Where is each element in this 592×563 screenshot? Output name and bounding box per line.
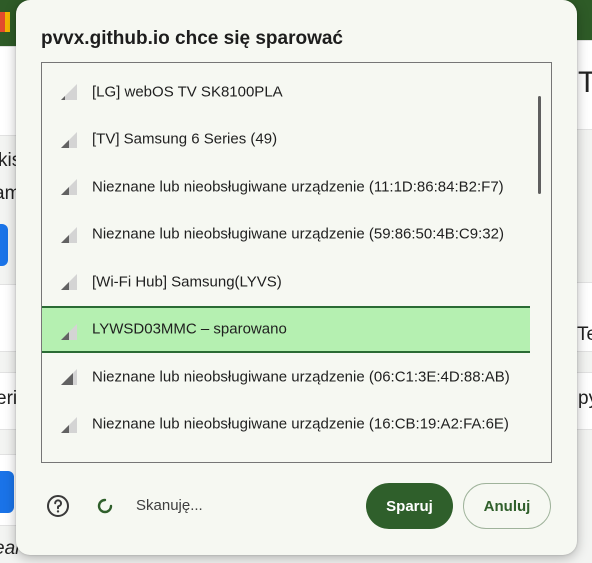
device-name: LYWSD03MMC – sparowano: [92, 320, 287, 338]
help-icon[interactable]: [46, 494, 70, 518]
device-list-item[interactable]: Nieznane lub nieobsługiwane urządzenie (…: [42, 401, 530, 448]
device-name: Nieznane lub nieobsługiwane urządzenie (…: [92, 415, 509, 433]
spinner-icon: [97, 498, 113, 514]
cancel-button[interactable]: Anuluj: [463, 483, 551, 529]
signal-strength-icon: [61, 416, 77, 433]
signal-strength-icon: [61, 274, 77, 290]
device-name: Nieznane lub nieobsługiwane urządzenie (…: [92, 368, 510, 385]
scanning-status: Skanuję...: [136, 497, 203, 514]
background-blue-button: [0, 471, 14, 513]
signal-strength-icon: [61, 226, 77, 243]
background-blue-button: [0, 224, 8, 266]
background-logo-mark: [5, 12, 10, 32]
device-list-item[interactable]: LYWSD03MMC – sparowano: [42, 305, 530, 353]
pair-button[interactable]: Sparuj: [366, 483, 453, 529]
signal-strength-icon: [61, 84, 77, 100]
bluetooth-pairing-dialog: pvvx.github.io chce się sparować [LG] we…: [16, 0, 577, 555]
signal-strength-icon: [61, 323, 77, 340]
background-text: Te: [578, 66, 592, 99]
device-list-item[interactable]: [TV] Samsung 6 Series (49): [42, 116, 530, 163]
device-list[interactable]: [LG] webOS TV SK8100PLA [TV] Samsung 6 Se…: [41, 62, 552, 463]
scrollbar-thumb[interactable]: [538, 96, 541, 194]
signal-strength-icon: [61, 369, 77, 385]
device-name: Nieznane lub nieobsługiwane urządzenie (…: [92, 225, 504, 243]
device-name: [TV] Samsung 6 Series (49): [92, 130, 278, 148]
device-list-item[interactable]: Nieznane lub nieobsługiwane urządzenie (…: [42, 163, 530, 210]
device-name: [Wi-Fi Hub] Samsung(LYVS): [92, 273, 282, 290]
background-text: eri: [0, 388, 18, 409]
device-name: [LG] webOS TV SK8100PLA: [92, 83, 283, 100]
device-list-item[interactable]: [Wi-Fi Hub] Samsung(LYVS): [42, 258, 530, 305]
dialog-title: pvvx.github.io chce się sparować: [41, 28, 343, 49]
background-text: Te: [577, 324, 592, 345]
device-name: Nieznane lub nieobsługiwane urządzenie (…: [92, 178, 504, 195]
device-list-item[interactable]: Nieznane lub nieobsługiwane urządzenie (…: [42, 353, 530, 400]
signal-strength-icon: [61, 179, 77, 195]
device-list-item[interactable]: [LG] webOS TV SK8100PLA: [42, 68, 530, 115]
device-list-item[interactable]: Nieznane lub nieobsługiwane urządzenie (…: [42, 211, 530, 258]
background-text: py: [578, 388, 592, 409]
signal-strength-icon: [61, 131, 77, 148]
